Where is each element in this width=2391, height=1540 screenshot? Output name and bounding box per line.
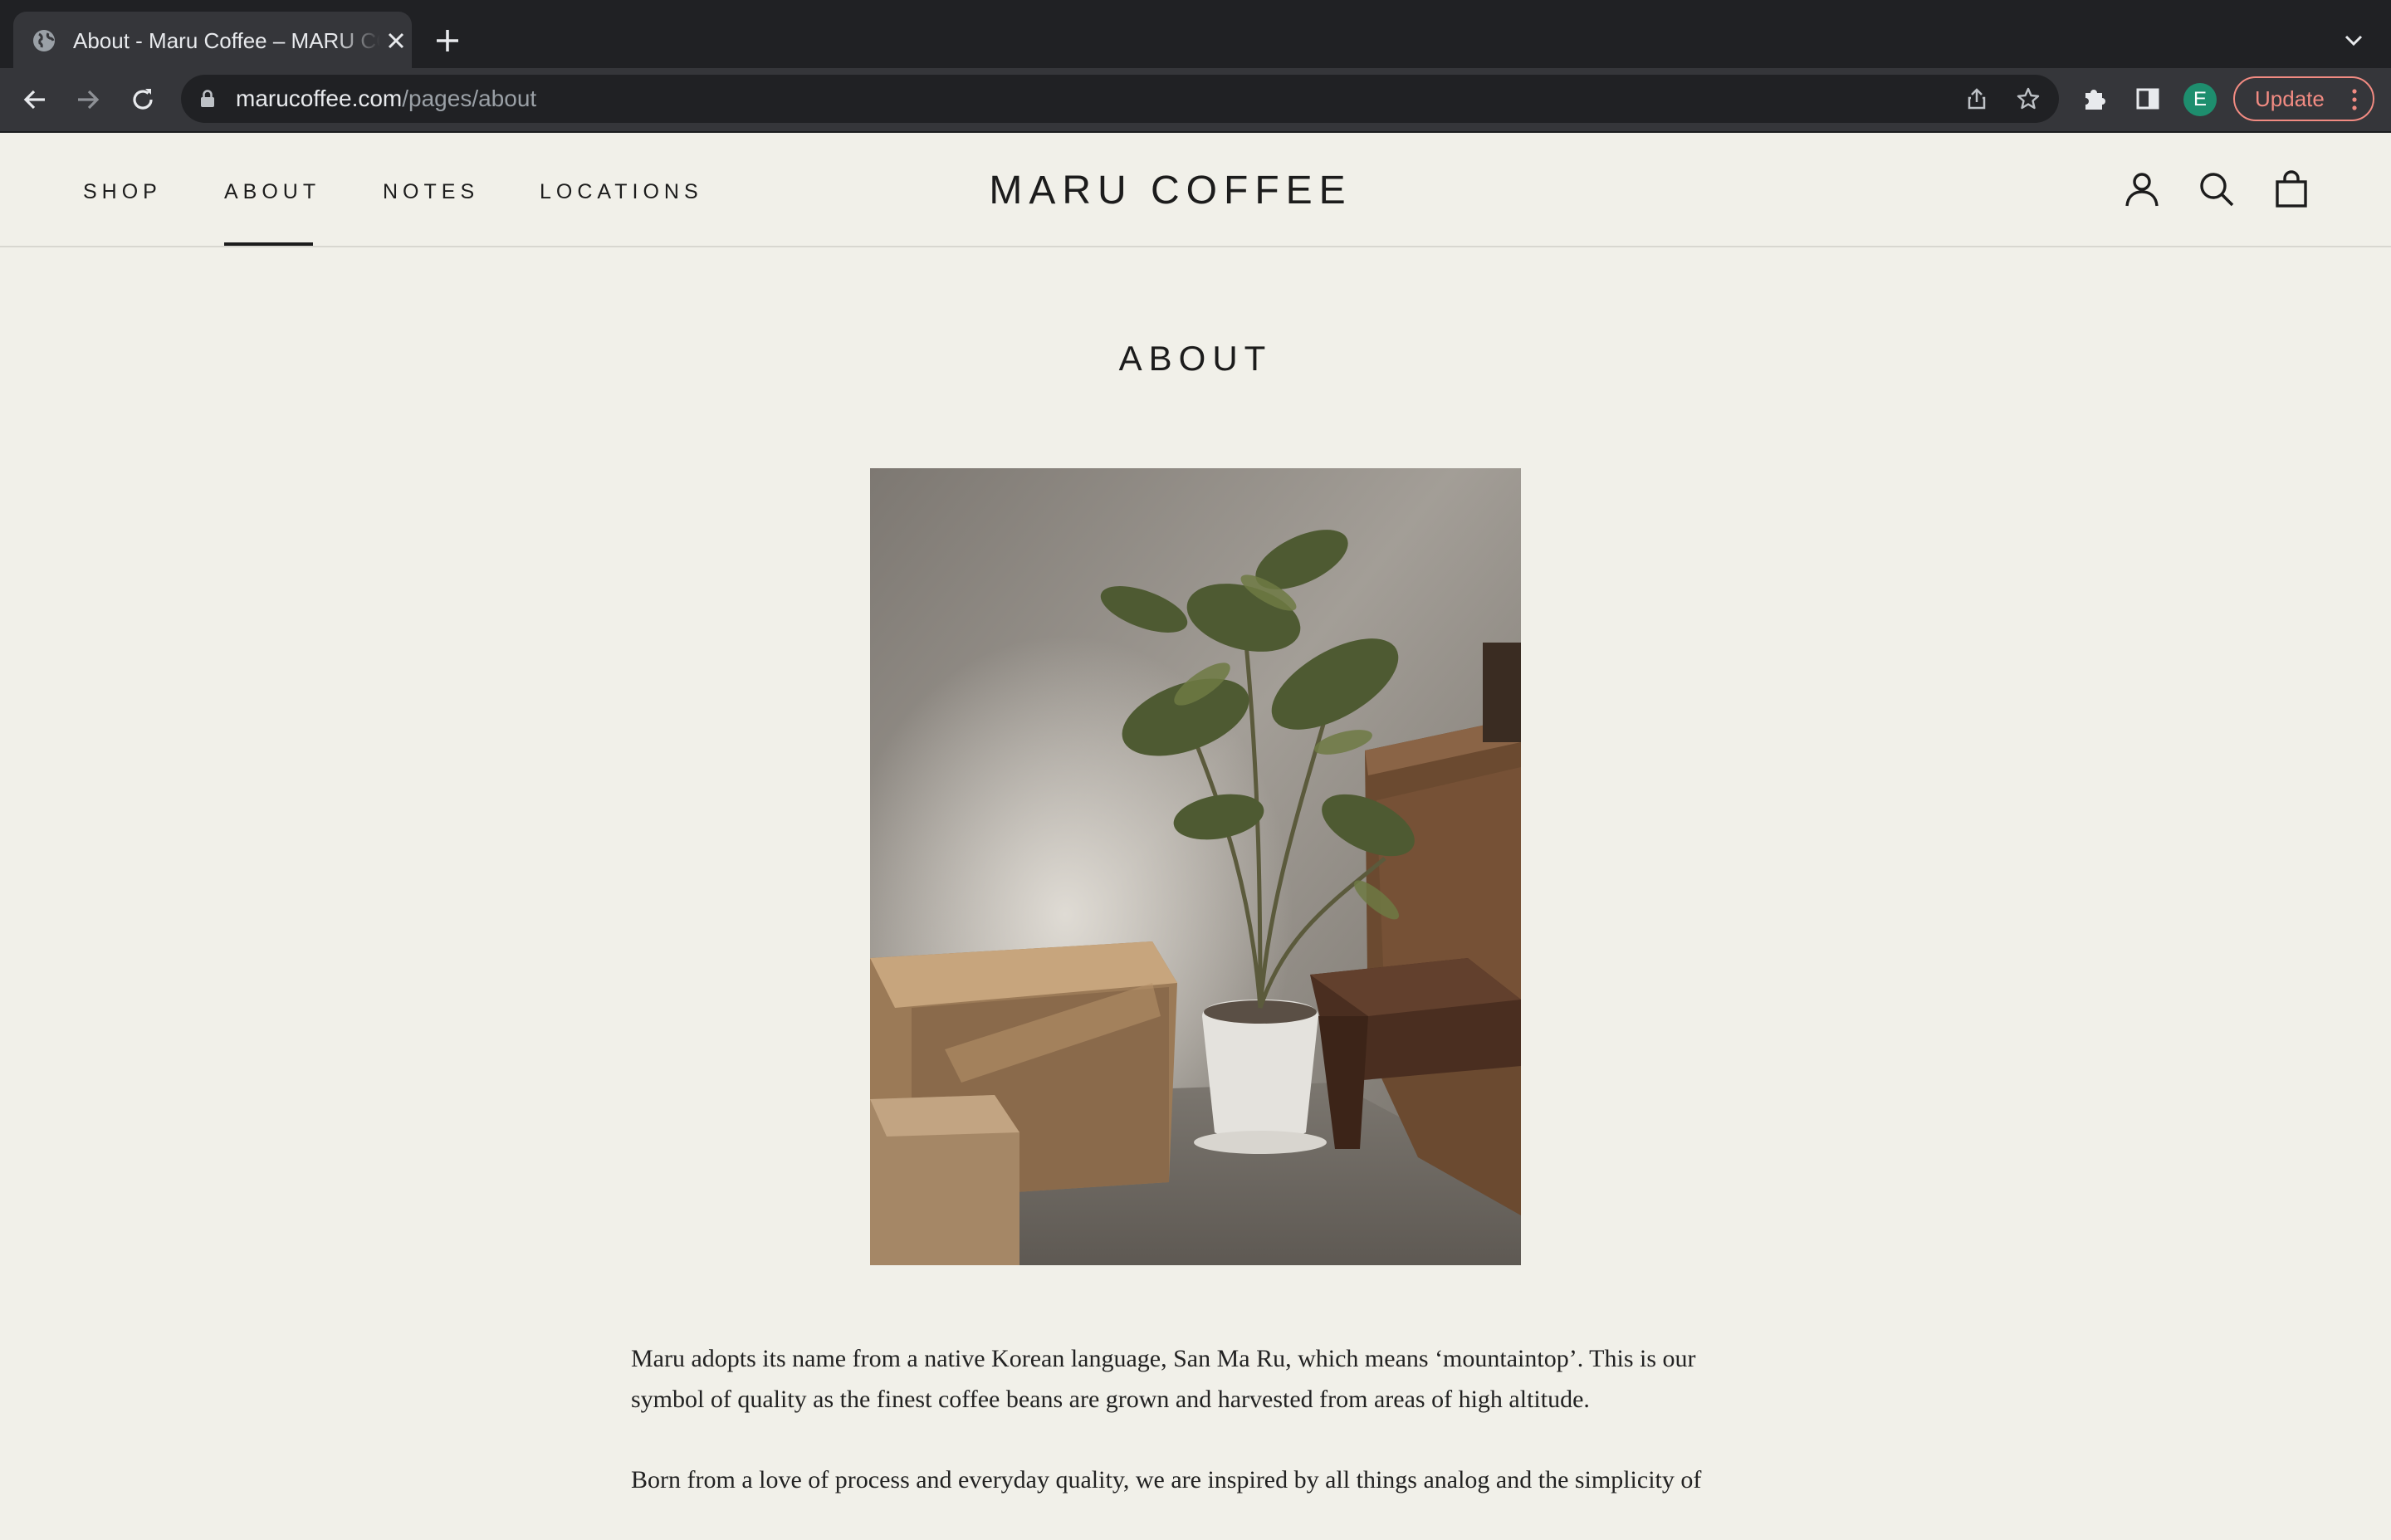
cart-icon[interactable] [2271,169,2311,209]
address-bar[interactable]: marucoffee.com/pages/about [181,75,2059,123]
nav-notes[interactable]: NOTES [383,179,479,204]
close-tab-icon[interactable] [385,30,407,51]
forward-icon[interactable] [73,85,103,115]
account-icon[interactable] [2122,169,2162,209]
globe-icon [33,30,55,51]
side-panel-icon[interactable] [2134,85,2162,113]
back-icon[interactable] [20,85,50,115]
new-tab-icon[interactable] [432,25,463,56]
update-button[interactable]: Update [2233,76,2374,121]
browser-tab-active[interactable]: About - Maru Coffee – MARU COFFEE [13,12,412,68]
lock-icon[interactable] [199,90,216,108]
site-header: SHOP ABOUT NOTES LOCATIONS MARU COFFEE [0,133,2391,247]
search-icon[interactable] [2197,169,2237,209]
browser-tab-strip: About - Maru Coffee – MARU COFFEE [0,0,2391,68]
profile-avatar[interactable]: E [2183,83,2217,116]
share-icon[interactable] [1964,86,1989,111]
extensions-puzzle-icon[interactable] [2081,85,2109,113]
site-logo[interactable]: MARU COFFEE [980,168,1362,214]
tab-title: About - Maru Coffee – MARU COFFEE [73,28,380,53]
update-button-label: Update [2255,86,2325,111]
nav-locations[interactable]: LOCATIONS [540,179,703,204]
about-paragraph-1: Maru adopts its name from a native Korea… [631,1345,1696,1413]
about-body-text: Maru adopts its name from a native Korea… [631,1338,1760,1540]
tab-search-chevron-icon[interactable] [2343,30,2364,51]
browser-menu-icon[interactable] [2346,88,2363,111]
nav-shop[interactable]: SHOP [83,179,162,204]
nav-about[interactable]: ABOUT [224,179,320,204]
bookmark-star-icon[interactable] [2016,86,2041,111]
browser-toolbar: marucoffee.com/pages/about E Update [0,68,2391,133]
about-hero-image [870,468,1521,1265]
url-path: /pages/about [402,86,537,111]
reload-icon[interactable] [128,85,158,115]
active-nav-underline [224,242,313,246]
url-text[interactable]: marucoffee.com/pages/about [236,84,536,114]
url-host: marucoffee.com [236,86,403,111]
page-title: ABOUT [1118,339,1273,378]
